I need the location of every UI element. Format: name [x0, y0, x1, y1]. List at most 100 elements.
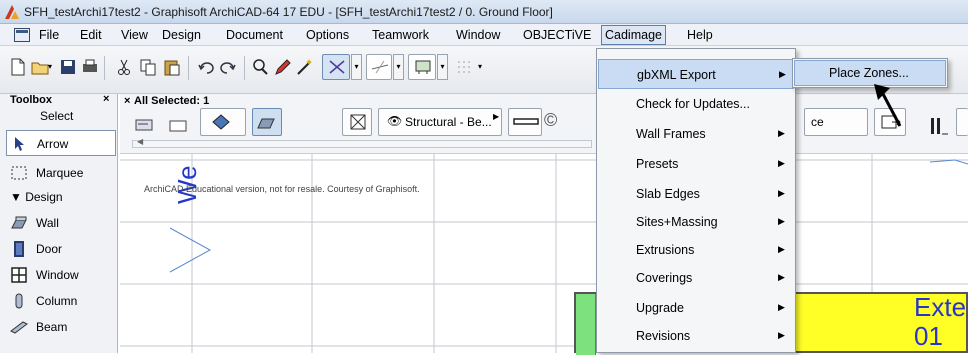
tool-label: Marquee: [36, 166, 84, 180]
infobox-scrollbar[interactable]: ◀: [132, 137, 592, 148]
copy-icon[interactable]: [138, 56, 158, 78]
floor-plan-canvas[interactable]: We ArchiCAD Educational version, not for…: [120, 154, 968, 355]
structure-icon: [350, 114, 366, 130]
menu-window[interactable]: Window: [456, 28, 500, 42]
geometry-method-button[interactable]: [200, 108, 246, 136]
menu-options[interactable]: Options: [306, 28, 349, 42]
gravity-icon: [415, 60, 431, 74]
tool-beam[interactable]: Beam: [6, 314, 116, 340]
guide-line-icon: [371, 60, 389, 74]
open-file-icon[interactable]: [30, 56, 50, 78]
menu-item-revisions[interactable]: Revisions ▶: [598, 321, 794, 351]
educational-notice: ArchiCAD Educational version, not for re…: [144, 184, 420, 194]
gravity-dropdown[interactable]: ▾: [437, 54, 448, 80]
menu-view[interactable]: View: [121, 28, 148, 42]
structural-function-button[interactable]: 👁 Structural - Be... ▶: [378, 108, 502, 136]
menu-teamwork[interactable]: Teamwork: [372, 28, 429, 42]
ce-dropdown[interactable]: ce: [804, 108, 868, 136]
menu-file[interactable]: File: [39, 28, 59, 42]
menu-item-wall-frames[interactable]: Wall Frames ▶: [598, 119, 794, 149]
menu-design[interactable]: Design: [162, 28, 201, 42]
design-section[interactable]: ▼ Design: [10, 190, 63, 204]
wall-3d-icon: [257, 118, 275, 129]
partial-icon: ©: [544, 110, 558, 130]
print-icon[interactable]: [80, 56, 100, 78]
chevron-right-icon: ▶: [493, 112, 500, 121]
toolbar-separator: [188, 56, 189, 80]
chevron-right-icon: ▶: [778, 128, 785, 138]
snap-dropdown[interactable]: ▾: [351, 54, 362, 80]
toolbar-separator: [104, 56, 105, 80]
grid-snap-icon[interactable]: [454, 56, 474, 78]
scroll-left-icon[interactable]: ◀: [137, 137, 143, 146]
gravity-button[interactable]: [408, 54, 436, 80]
menu-bar: File Edit View Design Document Options T…: [0, 24, 968, 46]
toolbox-title: Toolbox: [10, 94, 52, 106]
toolbox-panel: Toolbox × Select Arrow Marquee ▼ Design …: [0, 93, 118, 353]
toolbox-close-icon[interactable]: ×: [103, 93, 109, 105]
tool-column[interactable]: Column: [6, 288, 116, 314]
tool-window[interactable]: Window: [6, 262, 116, 288]
menu-edit[interactable]: Edit: [80, 28, 102, 42]
chevron-right-icon: ▶: [778, 330, 785, 340]
snap-toggle-button[interactable]: [322, 54, 350, 80]
beam-icon: [10, 321, 28, 334]
magic-wand-icon[interactable]: [294, 56, 314, 78]
guide-dropdown[interactable]: ▾: [393, 54, 404, 80]
new-file-icon[interactable]: [8, 56, 28, 78]
menu-item-extrusions[interactable]: Extrusions ▶: [598, 235, 794, 265]
structure-button[interactable]: [342, 108, 372, 136]
toolbar-separator: [244, 56, 245, 80]
menu-item-sites-massing[interactable]: Sites+Massing ▶: [598, 207, 794, 237]
column-icon: [15, 293, 23, 309]
wall-settings-button[interactable]: [252, 108, 282, 136]
menu-item-slab-edges[interactable]: Slab Edges ▶: [598, 179, 794, 209]
door-icon: [14, 241, 24, 257]
menu-item-label: Revisions: [636, 329, 691, 343]
tool-wall[interactable]: Wall: [6, 210, 116, 236]
paste-icon[interactable]: [162, 56, 182, 78]
save-icon[interactable]: [58, 56, 78, 78]
tool-marquee[interactable]: Marquee: [6, 160, 116, 186]
zone-number: 01: [914, 321, 943, 351]
menu-item-check-updates[interactable]: Check for Updates...: [598, 89, 794, 119]
layer-icon[interactable]: [166, 116, 196, 136]
archicad-logo-icon: [5, 5, 19, 19]
diamond-icon: [212, 114, 230, 130]
menu-item-coverings[interactable]: Coverings ▶: [598, 263, 794, 293]
column-icon[interactable]: [928, 114, 950, 138]
chevron-right-icon: ▶: [778, 244, 785, 254]
pencil-icon[interactable]: [272, 56, 292, 78]
menu-help[interactable]: Help: [687, 28, 713, 42]
redo-icon[interactable]: [218, 56, 238, 78]
tool-arrow[interactable]: Arrow: [6, 130, 116, 156]
cadimage-menu: gbXML Export ▶ Check for Updates... Wall…: [596, 48, 796, 353]
menu-item-label: Extrusions: [636, 243, 695, 257]
eye-icon: 👁: [387, 114, 403, 128]
element-type-icon[interactable]: [132, 116, 162, 136]
window-system-icon[interactable]: [14, 28, 30, 42]
menu-item-upgrade[interactable]: Upgrade ▶: [598, 293, 794, 323]
zoom-icon[interactable]: [250, 56, 270, 78]
grid-dropdown-icon[interactable]: ▾: [478, 62, 482, 71]
infobox-close-icon[interactable]: ×: [124, 95, 130, 107]
wall-icon: [11, 216, 27, 229]
menu-objective[interactable]: OBJECTiVE: [523, 28, 591, 42]
tool-door[interactable]: Door: [6, 236, 116, 262]
arrow-icon: [15, 137, 24, 151]
menu-item-label: Presets: [636, 157, 679, 171]
guide-button[interactable]: [366, 54, 392, 80]
line-type-button[interactable]: [508, 108, 542, 136]
overflow-button[interactable]: [956, 108, 968, 136]
undo-icon[interactable]: [196, 56, 216, 78]
menu-item-presets[interactable]: Presets ▶: [598, 149, 794, 179]
line-type-icon: [513, 118, 539, 125]
structural-label: Structural - Be...: [405, 115, 492, 129]
open-dropdown-icon[interactable]: ▾: [48, 62, 52, 71]
menu-item-gbxml-export[interactable]: gbXML Export ▶: [598, 59, 794, 89]
tool-label: Beam: [36, 320, 68, 334]
menu-document[interactable]: Document: [226, 28, 283, 42]
menu-cadimage[interactable]: Cadimage: [601, 25, 666, 45]
snap-icon: [329, 60, 345, 74]
cut-icon[interactable]: [114, 56, 134, 78]
